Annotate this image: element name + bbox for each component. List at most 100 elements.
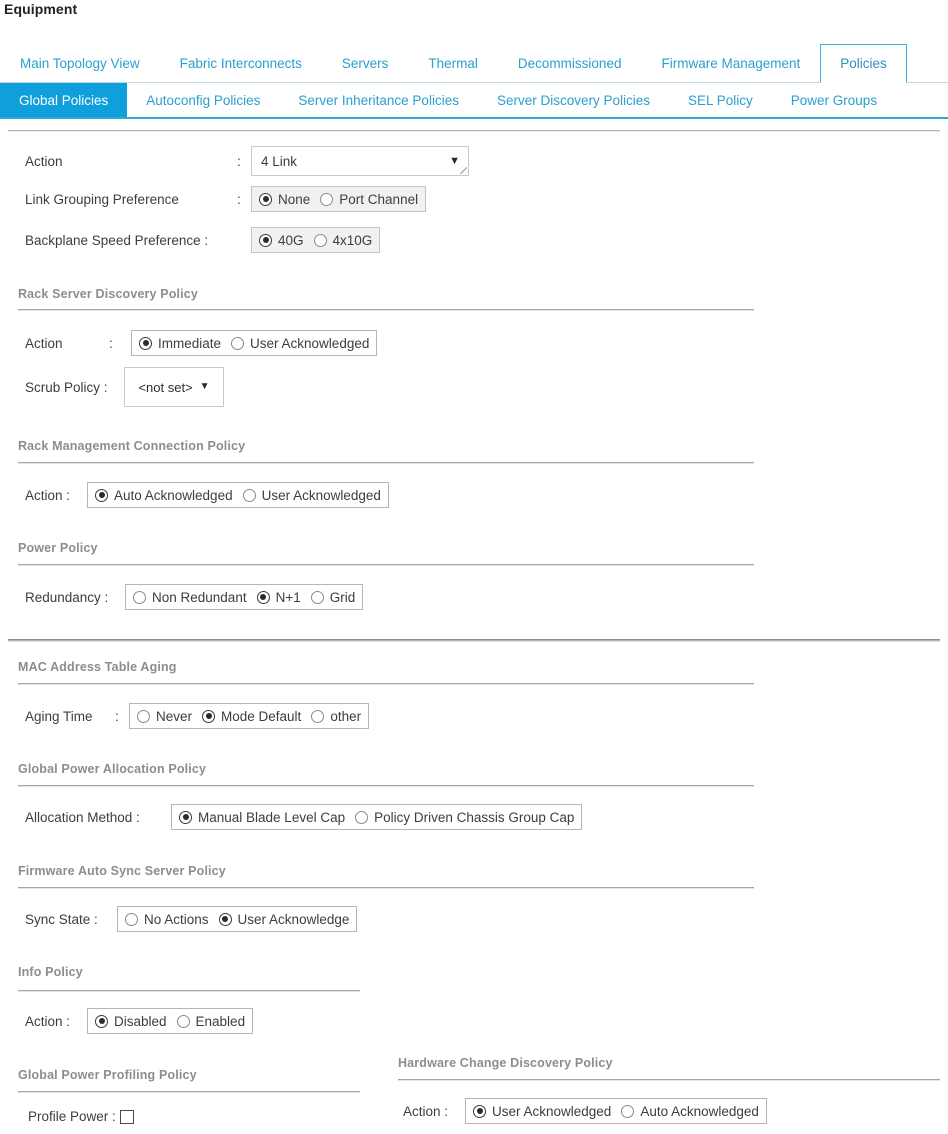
radio-immediate[interactable]: Immediate — [139, 336, 227, 351]
radio-label: Auto Acknowledged — [114, 487, 233, 503]
rack-discovery-action-colon: : — [109, 335, 113, 351]
radio-manual-blade-level-cap[interactable]: Manual Blade Level Cap — [179, 810, 351, 825]
info-policy-divider — [18, 990, 360, 992]
radio-enabled[interactable]: Enabled — [176, 1014, 245, 1029]
backplane-speed-label: Backplane Speed Preference : — [25, 232, 209, 248]
tab-fabric-interconnects[interactable]: Fabric Interconnects — [160, 44, 322, 82]
content-top-divider — [8, 130, 940, 132]
tab-servers[interactable]: Servers — [322, 44, 409, 82]
subtab-label: Server Discovery Policies — [496, 92, 650, 108]
rack-discovery-action-label: Action — [25, 335, 63, 351]
radio-user-acknowledged[interactable]: User Acknowledged — [473, 1104, 617, 1119]
radio-label: Policy Driven Chassis Group Cap — [374, 809, 575, 825]
radio-label: Manual Blade Level Cap — [198, 809, 346, 825]
sync-state-label: Sync State : — [25, 911, 98, 927]
radio-non-redundant[interactable]: Non Redundant — [133, 590, 253, 605]
radio-user-acknowledged[interactable]: User Acknowledged — [231, 336, 369, 351]
info-policy-action-row: Action : Disabled Enabled — [25, 1008, 254, 1034]
firmware-auto-sync-divider — [18, 887, 754, 889]
page-title: Equipment — [4, 1, 78, 17]
radio-label: Grid — [329, 589, 356, 605]
radio-dot-icon — [133, 590, 146, 604]
power-redundancy-row: Redundancy : Non Redundant N+1 Grid — [25, 584, 364, 610]
subtab-power-groups[interactable]: Power Groups — [772, 83, 896, 117]
subtab-label: Power Groups — [790, 92, 878, 108]
global-power-profiling-heading: Global Power Profiling Policy — [18, 1068, 197, 1082]
tab-policies[interactable]: Policies — [820, 44, 907, 83]
rack-management-heading: Rack Management Connection Policy — [18, 439, 246, 453]
chassis-action-select[interactable]: 4 Link ▼ — [251, 146, 469, 176]
profile-power-checkbox[interactable] — [120, 1109, 134, 1124]
tab-label: Fabric Interconnects — [179, 56, 302, 71]
subtab-label: SEL Policy — [688, 92, 753, 108]
radio-dot-icon — [176, 1014, 190, 1028]
power-policy-heading: Power Policy — [18, 541, 98, 555]
scrub-policy-select[interactable]: <not set> ▼ — [124, 367, 224, 407]
radio-user-acknowledged[interactable]: User Acknowledged — [242, 487, 381, 503]
global-power-profiling-divider — [18, 1091, 360, 1093]
radio-policy-driven-chassis-group-cap[interactable]: Policy Driven Chassis Group Cap — [355, 810, 574, 825]
equipment-policies-page: Equipment Main Topology View Fabric Inte… — [0, 0, 948, 1134]
global-power-allocation-heading: Global Power Allocation Policy — [18, 762, 207, 776]
aging-time-colon: : — [115, 708, 119, 724]
radio-dot-icon — [355, 810, 369, 824]
radio-label: Never — [156, 708, 193, 724]
radio-auto-acknowledged[interactable]: Auto Acknowledged — [621, 1104, 759, 1119]
radio-4x10g[interactable]: 4x10G — [313, 233, 372, 248]
allocation-method-radio-group: Manual Blade Level Cap Policy Driven Cha… — [171, 804, 583, 830]
backplane-speed-radio-group: 40G 4x10G — [251, 227, 381, 253]
profile-power-label: Profile Power : — [28, 1109, 116, 1124]
radio-grid[interactable]: Grid — [310, 589, 356, 605]
subtab-sel-policy[interactable]: SEL Policy — [669, 83, 772, 117]
radio-label: None — [278, 191, 311, 207]
radio-auto-acknowledged[interactable]: Auto Acknowledged — [95, 488, 239, 503]
radio-dot-icon — [231, 336, 245, 350]
radio-label: Disabled — [114, 1013, 167, 1029]
radio-dot-icon — [311, 709, 325, 723]
subtab-autoconfig-policies[interactable]: Autoconfig Policies — [127, 83, 279, 117]
radio-label: User Acknowledged — [250, 335, 370, 351]
tab-firmware-management[interactable]: Firmware Management — [641, 44, 820, 82]
radio-no-actions[interactable]: No Actions — [125, 912, 215, 927]
tab-decommissioned[interactable]: Decommissioned — [498, 44, 642, 82]
radio-dot-icon — [95, 1014, 108, 1028]
radio-40g[interactable]: 40G — [259, 233, 310, 248]
radio-dot-icon — [320, 192, 334, 206]
radio-user-acknowledge[interactable]: User Acknowledge — [218, 912, 349, 927]
subtab-global-policies[interactable]: Global Policies — [0, 83, 128, 117]
radio-mode-default[interactable]: Mode Default — [202, 709, 307, 724]
radio-none[interactable]: None — [259, 192, 316, 207]
radio-other[interactable]: other — [311, 709, 361, 724]
radio-dot-icon — [125, 912, 138, 926]
aging-time-label: Aging Time — [25, 708, 93, 724]
radio-label: User Acknowledged — [492, 1103, 612, 1119]
subtab-label: Autoconfig Policies — [146, 92, 261, 108]
subtab-server-inheritance-policies[interactable]: Server Inheritance Policies — [279, 83, 478, 117]
radio-n-plus-1[interactable]: N+1 — [256, 590, 307, 605]
radio-label: 40G — [278, 232, 304, 248]
tab-main-topology-view[interactable]: Main Topology View — [0, 44, 160, 82]
hardware-change-discovery-divider — [398, 1079, 940, 1081]
allocation-method-row: Allocation Method : Manual Blade Level C… — [25, 804, 583, 830]
radio-disabled[interactable]: Disabled — [95, 1014, 173, 1029]
chassis-action-label: Action — [25, 153, 63, 169]
primary-tab-bar: Main Topology View Fabric Interconnects … — [0, 44, 948, 83]
radio-dot-icon — [256, 590, 270, 604]
tab-label: Firmware Management — [661, 56, 801, 71]
radio-label: User Acknowledged — [261, 487, 381, 503]
hardware-change-action-radio-group: User Acknowledged Auto Acknowledged — [465, 1098, 767, 1124]
profile-power-row: Profile Power : — [28, 1109, 134, 1124]
global-power-allocation-divider — [18, 785, 754, 787]
tab-thermal[interactable]: Thermal — [408, 44, 498, 82]
radio-port-channel[interactable]: Port Channel — [320, 192, 418, 207]
rack-discovery-action-radio-group: Immediate User Acknowledged — [131, 330, 378, 356]
subtab-server-discovery-policies[interactable]: Server Discovery Policies — [478, 83, 669, 117]
allocation-method-label: Allocation Method : — [25, 809, 140, 825]
rack-server-discovery-divider — [18, 309, 754, 311]
chassis-action-colon: : — [237, 153, 241, 169]
radio-dot-icon — [259, 192, 272, 206]
radio-never[interactable]: Never — [137, 709, 198, 724]
mac-aging-divider — [18, 683, 754, 685]
chassis-action-value: 4 Link — [261, 153, 298, 169]
info-policy-heading: Info Policy — [18, 965, 83, 979]
